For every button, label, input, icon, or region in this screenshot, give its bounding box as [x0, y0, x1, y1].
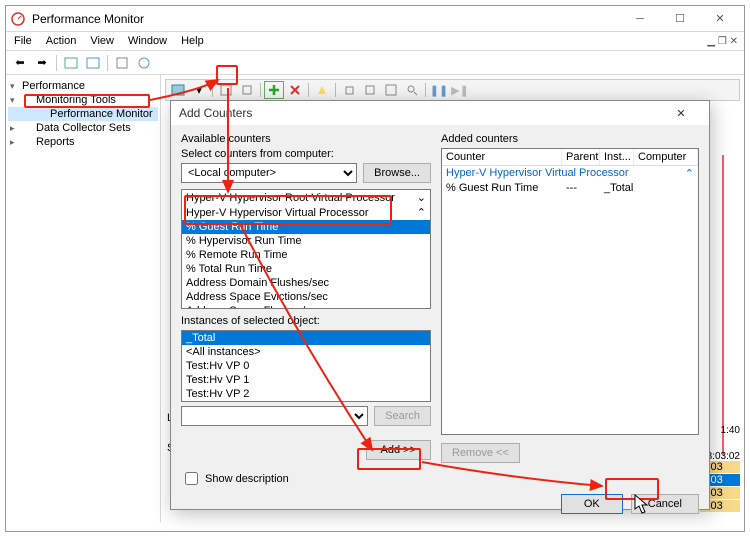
tree-dcs[interactable]: ▸Data Collector Sets [8, 121, 158, 135]
tree-reports[interactable]: ▸Reports [8, 135, 158, 149]
show-hide-icon[interactable] [61, 54, 81, 72]
added-counters-grid: Counter Parent Inst... Computer Hyper-V … [441, 148, 699, 435]
nav-tree: ▾Performance ▾Monitoring Tools Performan… [6, 75, 161, 522]
menu-help[interactable]: Help [181, 35, 204, 47]
counter-group-root[interactable]: Hyper-V Hypervisor Root Virtual Processo… [182, 190, 430, 205]
chart-type-icon[interactable]: ▾ [189, 81, 209, 99]
menu-file[interactable]: File [14, 35, 32, 47]
add-button[interactable]: Add >> [366, 440, 431, 460]
counter-item[interactable]: Address Space Flushes/sec [182, 304, 430, 309]
instance-item[interactable]: Test:Hv VP 0 [182, 359, 430, 373]
app-icon [10, 11, 26, 27]
add-counter-icon[interactable] [264, 81, 284, 99]
added-group[interactable]: Hyper-V Hypervisor Virtual Processor⌃ [442, 166, 698, 181]
view-icon[interactable] [168, 81, 188, 99]
chevron-down-icon: ⌄ [417, 191, 426, 204]
counter-group[interactable]: Hyper-V Hypervisor Virtual Processor⌃ [182, 205, 430, 220]
properties-icon[interactable] [381, 81, 401, 99]
instance-item-selected[interactable]: _Total [182, 331, 430, 345]
remove-button[interactable]: Remove << [441, 443, 520, 463]
minimize-button[interactable]: ─ [620, 8, 660, 30]
chart-time-dur: 1:40 [721, 425, 740, 436]
help-icon[interactable] [134, 54, 154, 72]
menubar: File Action View Window Help [6, 32, 744, 51]
computer-select[interactable]: <Local computer> [181, 163, 357, 183]
zoom-icon[interactable] [402, 81, 422, 99]
chevron-up-icon: ⌃ [417, 206, 426, 219]
chevron-up-icon: ⌃ [685, 167, 694, 180]
delete-counter-icon[interactable] [285, 81, 305, 99]
counter-item-selected[interactable]: % Guest Run Time [182, 220, 430, 234]
col-counter[interactable]: Counter [442, 149, 562, 165]
counter-item[interactable]: % Total Run Time [182, 262, 430, 276]
play-icon[interactable]: ▶❚ [450, 81, 470, 99]
instance-item[interactable]: Test:Hv VP 2 [182, 387, 430, 401]
clear-icon[interactable] [216, 81, 236, 99]
perfmon-chart [720, 105, 740, 475]
instance-item[interactable]: Test:Hv VP 3 [182, 401, 430, 402]
cursor-icon [633, 494, 651, 521]
counter-item[interactable]: Address Domain Flushes/sec [182, 276, 430, 290]
copy-icon[interactable] [339, 81, 359, 99]
dialog-titlebar: Add Counters ✕ [171, 101, 709, 125]
counter-item[interactable]: % Hypervisor Run Time [182, 234, 430, 248]
menu-action[interactable]: Action [46, 35, 77, 47]
tree-perfmon[interactable]: Performance Monitor [8, 107, 158, 121]
available-label: Available counters [181, 133, 431, 145]
browse-button[interactable]: Browse... [363, 163, 431, 183]
menu-view[interactable]: View [90, 35, 114, 47]
add-counters-dialog: Add Counters ✕ Available counters Select… [170, 100, 710, 510]
select-computer-label: Select counters from computer: [181, 148, 431, 160]
paste-icon[interactable] [360, 81, 380, 99]
instance-item[interactable]: Test:Hv VP 1 [182, 373, 430, 387]
pause-icon[interactable]: ❚❚ [429, 81, 449, 99]
titlebar: Performance Monitor ─ ☐ ✕ [6, 6, 744, 32]
forward-icon[interactable]: ➡ [32, 54, 52, 72]
added-label: Added counters [441, 133, 699, 145]
added-row[interactable]: % Guest Run Time --- _Total [442, 181, 698, 195]
dialog-close-icon[interactable]: ✕ [661, 107, 701, 120]
show-description-label: Show description [205, 473, 289, 485]
search-button[interactable]: Search [374, 406, 431, 426]
mdi-controls[interactable]: ▁ ❐ ✕ [707, 36, 738, 47]
tree-monitoring-tools[interactable]: ▾Monitoring Tools [8, 93, 158, 107]
window-title: Performance Monitor [32, 12, 620, 26]
counter-item[interactable]: % Remote Run Time [182, 248, 430, 262]
instance-search-combo[interactable] [181, 406, 368, 426]
grid-header: Counter Parent Inst... Computer [442, 149, 698, 166]
menu-window[interactable]: Window [128, 35, 167, 47]
freeze-icon[interactable] [237, 81, 257, 99]
dialog-title: Add Counters [179, 106, 661, 120]
col-parent[interactable]: Parent [562, 149, 600, 165]
col-computer[interactable]: Computer [634, 149, 698, 165]
ok-button[interactable]: OK [561, 494, 623, 514]
properties-icon[interactable] [83, 54, 103, 72]
instance-item[interactable]: <All instances> [182, 345, 430, 359]
counters-listbox[interactable]: Hyper-V Hypervisor Root Virtual Processo… [181, 189, 431, 309]
refresh-icon[interactable] [112, 54, 132, 72]
col-inst[interactable]: Inst... [600, 149, 634, 165]
tree-performance[interactable]: ▾Performance [8, 79, 158, 93]
instances-listbox[interactable]: _Total <All instances> Test:Hv VP 0 Test… [181, 330, 431, 402]
counter-item[interactable]: Address Space Evictions/sec [182, 290, 430, 304]
maximize-button[interactable]: ☐ [660, 8, 700, 30]
show-description-checkbox[interactable] [185, 472, 198, 485]
close-button[interactable]: ✕ [700, 8, 740, 30]
instances-label: Instances of selected object: [181, 315, 431, 327]
mmc-toolbar: ⬅ ➡ [6, 51, 744, 75]
highlight-icon[interactable] [312, 81, 332, 99]
back-icon[interactable]: ⬅ [10, 54, 30, 72]
perfmon-toolbar: ▾ ❚❚ ▶❚ [165, 79, 740, 101]
